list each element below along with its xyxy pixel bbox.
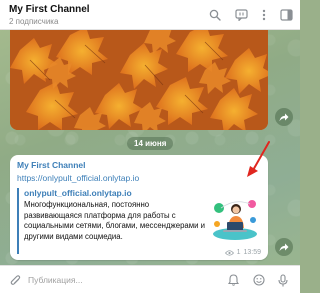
message-author[interactable]: My First Channel: [17, 160, 85, 170]
link-preview[interactable]: onlypult_official.onlytap.io Многофункци…: [17, 188, 262, 254]
preview-description: Многофункциональная, постоянно развивающ…: [24, 200, 205, 241]
chat-header: My First Channel 2 подписчика: [0, 0, 300, 30]
microphone-icon[interactable]: [276, 273, 290, 287]
message-link[interactable]: https://onlypult_official.onlytap.io: [17, 173, 139, 183]
search-icon[interactable]: [208, 8, 222, 22]
preview-thumbnail: [209, 194, 261, 244]
view-count: 1: [236, 249, 241, 256]
share-message-button[interactable]: [275, 238, 293, 256]
emoji-icon[interactable]: [252, 273, 266, 287]
views-icon: [224, 249, 234, 256]
message-input[interactable]: Публикация...: [28, 275, 83, 285]
channel-title[interactable]: My First Channel: [9, 4, 90, 15]
more-icon[interactable]: [257, 8, 271, 22]
live-chat-icon[interactable]: [234, 8, 248, 22]
notification-bell-icon[interactable]: [226, 273, 240, 287]
message-time: 13:59: [243, 249, 261, 256]
channel-message[interactable]: My First Channel https://onlypult_offici…: [10, 155, 268, 260]
share-photo-button[interactable]: [275, 108, 293, 126]
preview-site-name: onlypult_official.onlytap.io: [24, 188, 132, 198]
message-meta: 1 13:59: [224, 249, 261, 256]
autumn-leaves-image: [10, 30, 268, 130]
subscriber-count: 2 подписчика: [9, 17, 59, 26]
sidebar-icon[interactable]: [279, 8, 293, 22]
attach-icon[interactable]: [8, 273, 22, 287]
annotation-arrow-icon: [247, 141, 270, 177]
date-separator: 14 июня: [127, 137, 174, 150]
message-input-bar: Публикация...: [0, 265, 300, 293]
woman-at-laptop-illustration: [213, 200, 257, 240]
photo-message[interactable]: [10, 30, 268, 130]
